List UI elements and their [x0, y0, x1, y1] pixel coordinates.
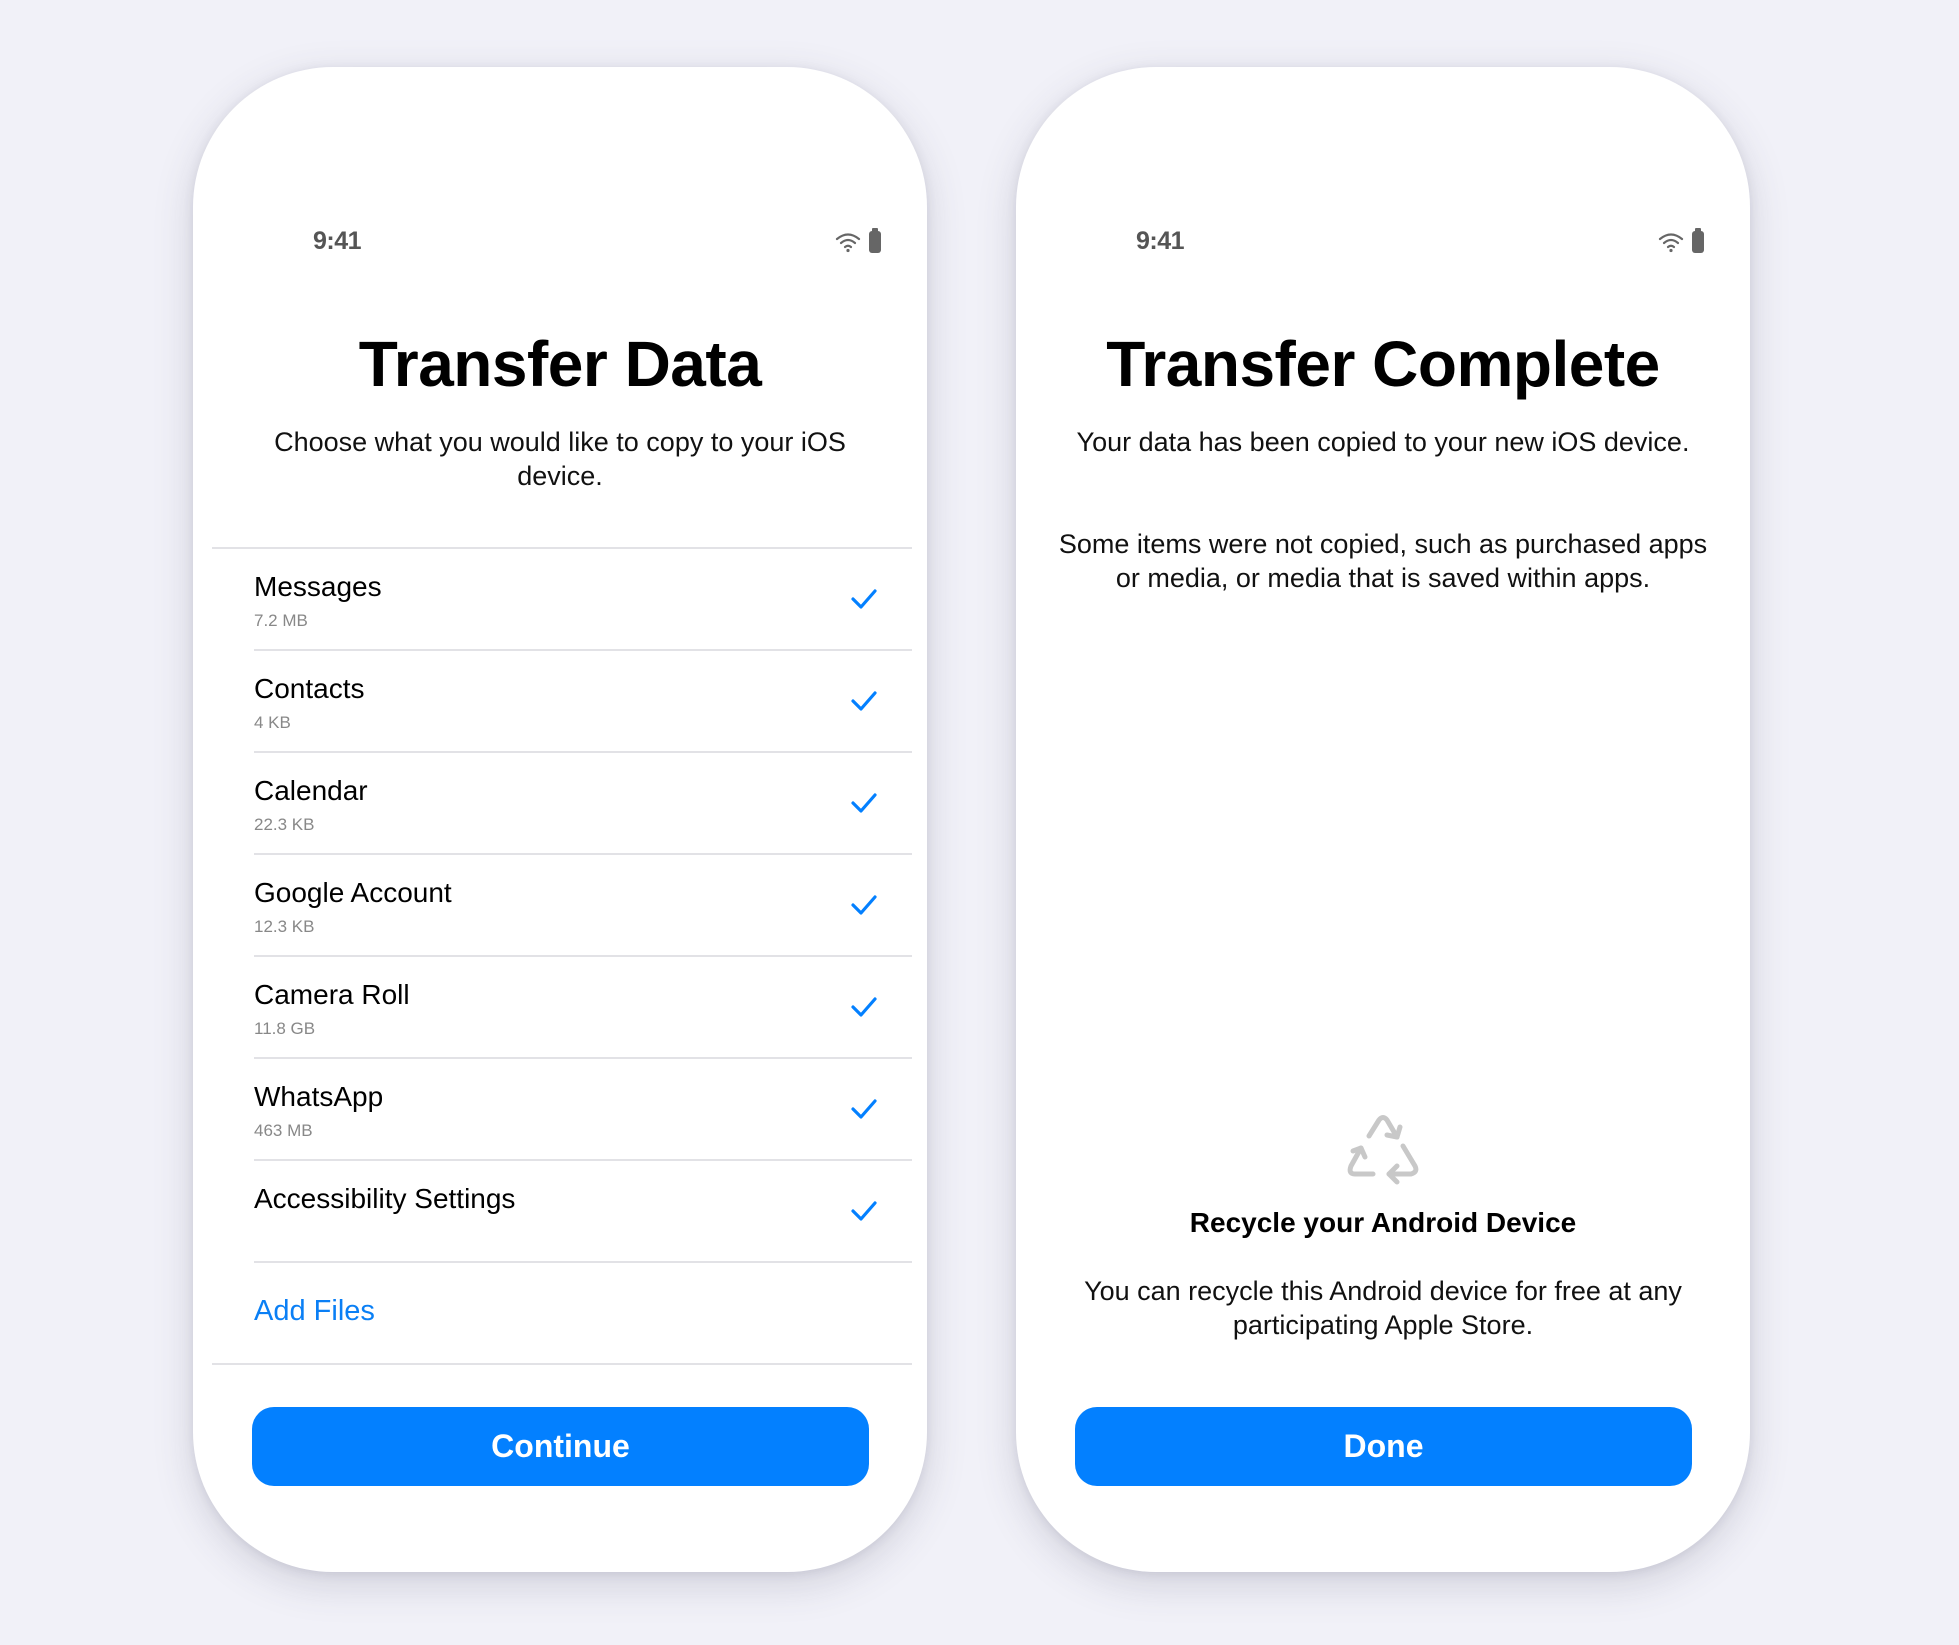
item-name: Accessibility Settings [254, 1183, 516, 1214]
list-item-whatsapp[interactable]: WhatsApp 463 MB [254, 1059, 912, 1161]
checkmark-icon[interactable] [850, 587, 878, 611]
item-size: 463 MB [254, 1121, 313, 1140]
add-files-link[interactable]: Add Files [254, 1295, 375, 1328]
status-time: 9:41 [313, 227, 362, 255]
checkmark-icon[interactable] [850, 995, 878, 1019]
item-name: Google Account [254, 877, 452, 908]
checkmark-icon[interactable] [850, 1097, 878, 1121]
phone-transfer-complete: 9:41 Transfer Complete Your data has bee… [1016, 67, 1750, 1572]
item-size: 7.2 MB [254, 611, 308, 630]
item-name: Calendar [254, 775, 368, 806]
battery-icon [1692, 228, 1704, 253]
add-files-row: Add Files [212, 1263, 912, 1365]
recycle-body: You can recycle this Android device for … [1084, 1276, 1682, 1340]
transfer-item-list: Messages 7.2 MB Contacts 4 KB Calendar 2… [212, 547, 912, 1365]
status-icons [835, 228, 881, 253]
wifi-icon [835, 233, 861, 253]
item-name: Contacts [254, 673, 365, 704]
checkmark-icon[interactable] [850, 1199, 878, 1223]
done-button[interactable]: Done [1075, 1407, 1692, 1486]
item-size: 11.8 GB [254, 1019, 316, 1038]
list-item-accessibility-settings[interactable]: Accessibility Settings [254, 1161, 912, 1263]
item-size: 22.3 KB [254, 815, 315, 834]
list-item-camera-roll[interactable]: Camera Roll 11.8 GB [254, 957, 912, 1059]
list-item-google-account[interactable]: Google Account 12.3 KB [254, 855, 912, 957]
page-subtitle: Choose what you would like to copy to yo… [274, 427, 846, 491]
recycle-icon [1347, 1115, 1419, 1185]
item-name: Messages [254, 571, 382, 602]
list-item-messages[interactable]: Messages 7.2 MB [254, 549, 912, 651]
status-time: 9:41 [1136, 227, 1185, 255]
list-item-contacts[interactable]: Contacts 4 KB [254, 651, 912, 753]
continue-button[interactable]: Continue [252, 1407, 869, 1486]
battery-icon [869, 228, 881, 253]
phone-transfer-data: 9:41 Transfer Data Choose what you would… [193, 67, 927, 1572]
item-size: 12.3 KB [254, 917, 315, 936]
checkmark-icon[interactable] [850, 689, 878, 713]
list-item-calendar[interactable]: Calendar 22.3 KB [254, 753, 912, 855]
wifi-icon [1658, 233, 1684, 253]
page-title: Transfer Data [358, 328, 762, 400]
checkmark-icon[interactable] [850, 791, 878, 815]
recycle-title: Recycle your Android Device [1189, 1207, 1577, 1238]
status-icons [1658, 228, 1704, 253]
item-name: WhatsApp [254, 1081, 384, 1112]
item-name: Camera Roll [254, 979, 410, 1010]
transfer-note: Some items were not copied, such as purc… [1058, 529, 1708, 593]
page-title: Transfer Complete [1106, 328, 1660, 400]
checkmark-icon[interactable] [850, 893, 878, 917]
item-size: 4 KB [254, 713, 291, 732]
page-subtitle: Your data has been copied to your new iO… [1076, 427, 1690, 457]
